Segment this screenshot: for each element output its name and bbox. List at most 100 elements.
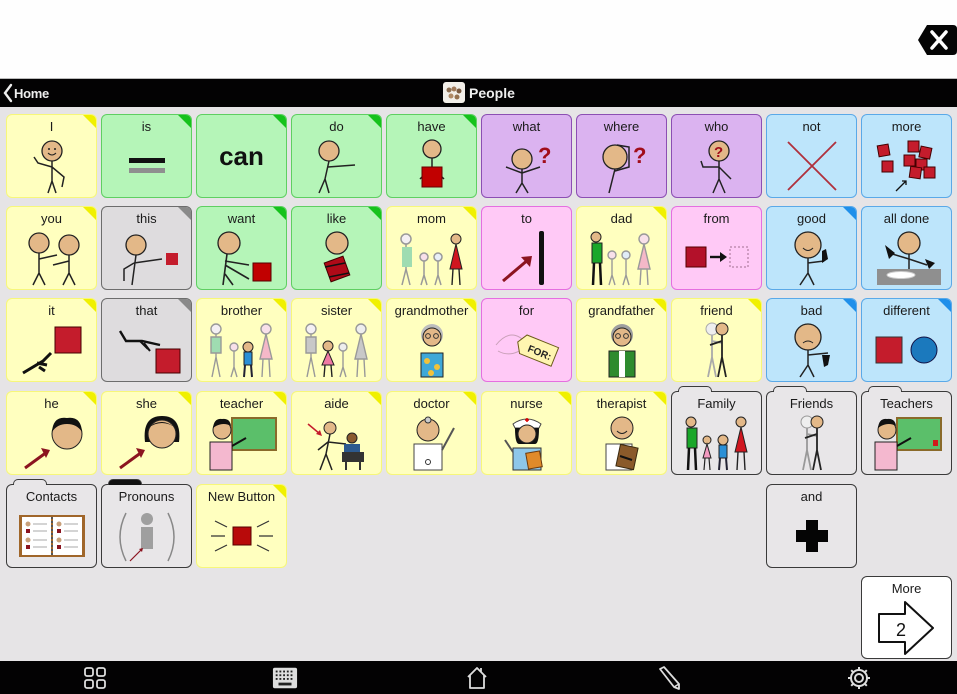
clear-message-button[interactable] [917,24,957,56]
cell-label: to [521,211,532,226]
girl-face-arrow-icon [102,412,191,474]
cell-label: he [44,396,59,411]
cell-grandfather[interactable]: grandfather [576,298,667,382]
person-pointing-square-icon [102,227,191,289]
cell-label: grandmother [394,303,469,318]
question-face-icon: ? [672,135,761,197]
cell-different[interactable]: different [861,298,952,382]
cell-it[interactable]: it [6,298,97,382]
cell-all-done[interactable]: all done [861,206,952,290]
cell-label: she [136,396,157,411]
cell-label: Family [697,396,736,411]
cell-do[interactable]: do [291,114,382,198]
thumbs-up-person-icon [767,227,856,289]
cell-not[interactable]: not [766,114,857,198]
cell-have[interactable]: have [386,114,477,198]
cell-what[interactable]: what ? [481,114,572,198]
settings-button[interactable] [846,665,872,691]
cell-brother[interactable]: brother [196,298,287,382]
cell-label: do [329,119,344,134]
cell-label: Teachers [880,396,933,411]
svg-text:?: ? [538,143,551,168]
cell-label: who [704,119,729,134]
family-sister-highlight-icon [292,319,381,381]
cell-more[interactable]: more [861,114,952,198]
cell-label: mom [417,211,446,226]
thumbs-down-person-icon [767,319,856,381]
cell-label: like [326,211,347,226]
cell-label: what [512,119,541,134]
cell-for[interactable]: for FOR: [481,298,572,382]
cell-label: teacher [219,396,264,411]
cell-label: friend [700,303,733,318]
cell-label: is [141,119,152,134]
cell-to[interactable]: to [481,206,572,290]
cell-sister[interactable]: sister [291,298,382,382]
keyboard-button[interactable] [272,665,298,691]
backspace-x-icon [918,25,957,55]
folder-contacts[interactable]: Contacts [6,479,97,568]
cell-want[interactable]: want [196,206,287,290]
cell-and[interactable]: and [766,484,857,568]
friends-folder-icon [767,412,856,474]
page-title-text: People [469,84,515,101]
cell-dad[interactable]: dad [576,206,667,290]
symbol-board: I is can do have what ? where ? who ? no… [0,107,957,661]
folder-family[interactable]: Family [671,386,762,475]
cell-aide[interactable]: aide [291,391,382,475]
folder-teachers[interactable]: Teachers [861,386,952,475]
gift-tag-for-icon: FOR: [482,319,571,381]
cell-doctor[interactable]: doctor [386,391,477,475]
cell-from[interactable]: from [671,206,762,290]
new-button-burst-icon [197,505,286,567]
cell-label: not [802,119,821,134]
cell-where[interactable]: where ? [576,114,667,198]
square-and-circle-icon [862,319,951,381]
cell-label: brother [220,303,263,318]
cell-she[interactable]: she [101,391,192,475]
cell-bad[interactable]: bad [766,298,857,382]
cell-is[interactable]: is [101,114,192,198]
cell-grandmother[interactable]: grandmother [386,298,477,382]
cell-therapist[interactable]: therapist [576,391,667,475]
doctor-icon [387,412,476,474]
cell-like[interactable]: like [291,206,382,290]
grid-button[interactable] [82,665,108,691]
cell-i[interactable]: I [6,114,97,198]
cell-teacher[interactable]: teacher [196,391,287,475]
cell-this[interactable]: this [101,206,192,290]
address-book-icon [7,505,96,567]
cell-who[interactable]: who ? [671,114,762,198]
cell-you[interactable]: you [6,206,97,290]
cell-label: aide [324,396,349,411]
cell-label: want [227,211,256,226]
two-friends-icon [672,319,761,381]
folder-tab [678,386,712,392]
cell-that[interactable]: that [101,298,192,382]
cell-label: doctor [413,396,450,411]
two-people-pointing-icon [7,227,96,289]
folder-friends[interactable]: Friends [766,386,857,475]
hand-pointing-far-square-icon [102,319,191,381]
family-dad-highlight-icon [577,227,666,289]
cell-nurse[interactable]: nurse [481,391,572,475]
gear-icon [848,667,870,689]
edit-button[interactable] [656,665,682,691]
cell-he[interactable]: he [6,391,97,475]
pencil-icon [659,666,680,690]
folder-pronouns[interactable]: Pronouns [101,479,192,568]
cell-new-button[interactable]: New Button [196,484,287,568]
cell-good[interactable]: good [766,206,857,290]
home-button[interactable] [464,665,490,691]
more-page-button[interactable]: More 2 [861,576,952,659]
cell-label: different [883,303,930,318]
person-question-shrug-icon: ? [482,135,571,197]
cell-friend[interactable]: friend [671,298,762,382]
cell-can[interactable]: can [196,114,287,198]
cell-mom[interactable]: mom [386,206,477,290]
message-bar[interactable] [0,0,957,78]
page-number: 2 [895,620,905,640]
home-back-button[interactable]: Home [3,83,49,103]
cell-label: have [417,119,446,134]
cell-label: for [518,303,535,318]
